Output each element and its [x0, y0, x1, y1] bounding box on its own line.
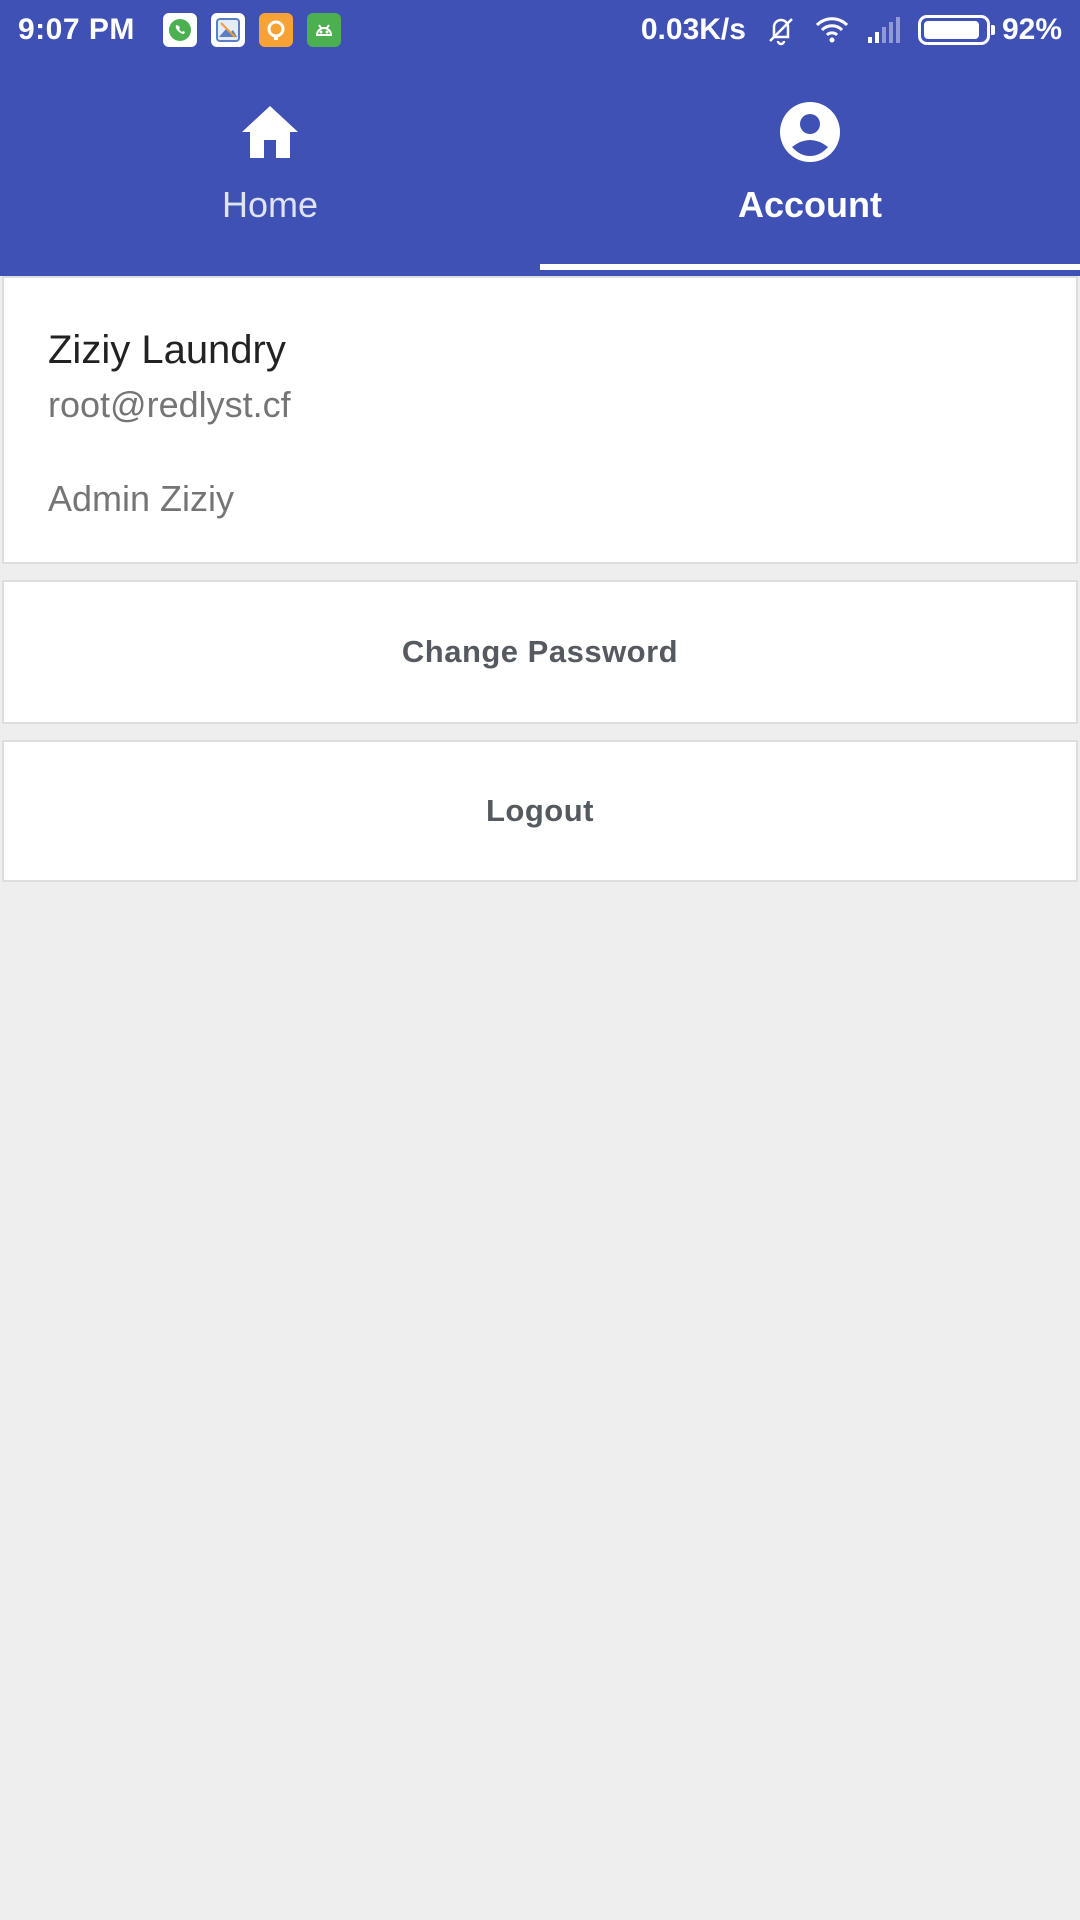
logout-button[interactable]: Logout — [2, 740, 1078, 882]
gallery-icon — [210, 13, 245, 47]
change-password-button[interactable]: Change Password — [2, 580, 1078, 724]
wifi-icon — [815, 17, 849, 43]
network-speed: 0.03K/s — [640, 13, 746, 46]
android-app-icon — [306, 13, 341, 47]
tab-account-label: Account — [738, 184, 882, 225]
account-circle-icon — [778, 100, 842, 164]
profile-role: Admin Ziziy — [48, 478, 235, 519]
vibrate-icon — [769, 18, 793, 46]
home-icon — [238, 100, 302, 164]
change-password-label: Change Password — [401, 634, 679, 669]
orange-app-icon — [258, 13, 293, 47]
profile-name: Ziziy Laundry — [48, 328, 286, 372]
profile-card: Ziziy Laundry root@redlyst.cf Admin Zizi… — [2, 276, 1078, 564]
battery-fill — [923, 21, 980, 39]
status-bar: 9:07 PM 0.03K/s 92% — [0, 0, 1080, 60]
active-tab-indicator — [540, 264, 1080, 270]
signal-icon — [867, 17, 900, 43]
tab-home[interactable]: Home — [0, 60, 540, 276]
profile-email: root@redlyst.cf — [48, 384, 291, 425]
logout-label: Logout — [485, 793, 594, 828]
status-right: 0.03K/s 92% — [641, 13, 1062, 47]
battery-icon — [917, 15, 995, 45]
whatsapp-icon — [162, 13, 197, 47]
battery-percent: 92% — [1001, 13, 1062, 46]
tab-bar: Home Account — [0, 60, 1080, 276]
tab-home-label: Home — [221, 184, 319, 225]
tab-account[interactable]: Account — [540, 60, 1080, 276]
status-time: 9:07 PM — [18, 13, 135, 46]
status-left: 9:07 PM — [18, 13, 355, 47]
